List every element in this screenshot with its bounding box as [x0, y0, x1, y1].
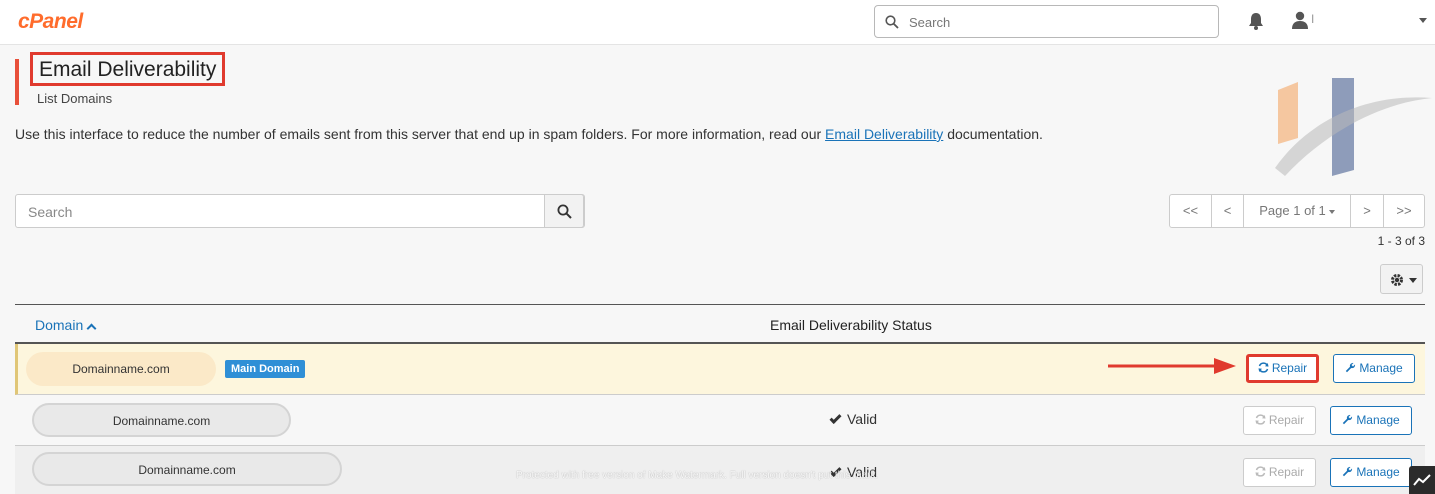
wrench-icon — [1343, 415, 1353, 425]
sort-domain-header[interactable]: Domain — [35, 317, 97, 334]
table-row: Domainname.com Valid Repair Manage — [15, 395, 1425, 446]
global-search-input[interactable] — [909, 12, 1209, 32]
page-subtitle: List Domains — [37, 91, 113, 106]
chevron-up-icon — [86, 323, 97, 334]
manage-button[interactable]: Manage — [1330, 406, 1412, 435]
global-search[interactable] — [874, 5, 1219, 38]
repair-button[interactable]: Repair — [1243, 406, 1316, 435]
wrench-icon — [1343, 467, 1353, 477]
table-settings-button[interactable] — [1380, 264, 1423, 294]
user-icon[interactable] — [1292, 11, 1308, 29]
brand-logo-icon — [1275, 78, 1432, 176]
top-header: cPanel I — [0, 0, 1435, 45]
watermark-text: Protected with free version of Make Wate… — [516, 470, 879, 481]
domain-name: Domainname.com — [32, 403, 291, 437]
search-icon — [557, 204, 572, 219]
refresh-icon — [1255, 466, 1266, 477]
result-count: 1 - 3 of 3 — [1377, 234, 1425, 248]
page-select[interactable]: Page 1 of 1 — [1243, 195, 1350, 227]
main-domain-badge: Main Domain — [225, 360, 306, 378]
repair-button[interactable]: Repair — [1246, 354, 1319, 383]
status-valid: Valid — [829, 411, 877, 427]
chart-icon[interactable] — [1409, 466, 1435, 494]
table-header: Domain Email Deliverability Status — [15, 304, 1425, 344]
domain-name: Domainname.com — [32, 452, 342, 486]
status-column-header: Email Deliverability Status — [770, 317, 932, 333]
domain-name: Domainname.com — [26, 352, 216, 386]
gear-icon — [1391, 274, 1403, 286]
next-page-button[interactable]: > — [1350, 195, 1383, 227]
trend-icon — [1413, 474, 1431, 486]
search-button[interactable] — [544, 194, 584, 228]
pagination: << < Page 1 of 1 > >> — [1169, 194, 1425, 228]
domains-table: Domain Email Deliverability Status Domai… — [15, 304, 1425, 494]
first-page-button[interactable]: << — [1170, 195, 1211, 227]
email-deliverability-doc-link[interactable]: Email Deliverability — [825, 126, 943, 142]
manage-button[interactable]: Manage — [1330, 458, 1412, 487]
refresh-icon — [1255, 414, 1266, 425]
page-label: Page 1 of 1 — [1259, 203, 1326, 218]
user-name[interactable]: I — [1311, 12, 1314, 26]
intro-text: Use this interface to reduce the number … — [15, 126, 1043, 142]
cpanel-logo[interactable]: cPanel — [18, 10, 83, 34]
title-accent-bar — [15, 59, 19, 105]
chevron-down-icon — [1409, 278, 1417, 283]
manage-button[interactable]: Manage — [1333, 354, 1415, 383]
check-icon — [829, 411, 842, 425]
repair-button[interactable]: Repair — [1243, 458, 1316, 487]
domain-search-input[interactable] — [28, 202, 538, 222]
page-title: Email Deliverability — [30, 52, 226, 86]
chevron-down-icon — [1328, 209, 1335, 214]
search-icon — [885, 15, 899, 29]
last-page-button[interactable]: >> — [1383, 195, 1424, 227]
bell-icon[interactable] — [1248, 12, 1264, 30]
annotation-arrow-icon — [1108, 358, 1236, 374]
chevron-down-icon[interactable] — [1419, 18, 1427, 23]
refresh-icon — [1258, 362, 1269, 373]
prev-page-button[interactable]: < — [1211, 195, 1243, 227]
wrench-icon — [1346, 363, 1356, 373]
domain-search[interactable] — [15, 194, 585, 228]
